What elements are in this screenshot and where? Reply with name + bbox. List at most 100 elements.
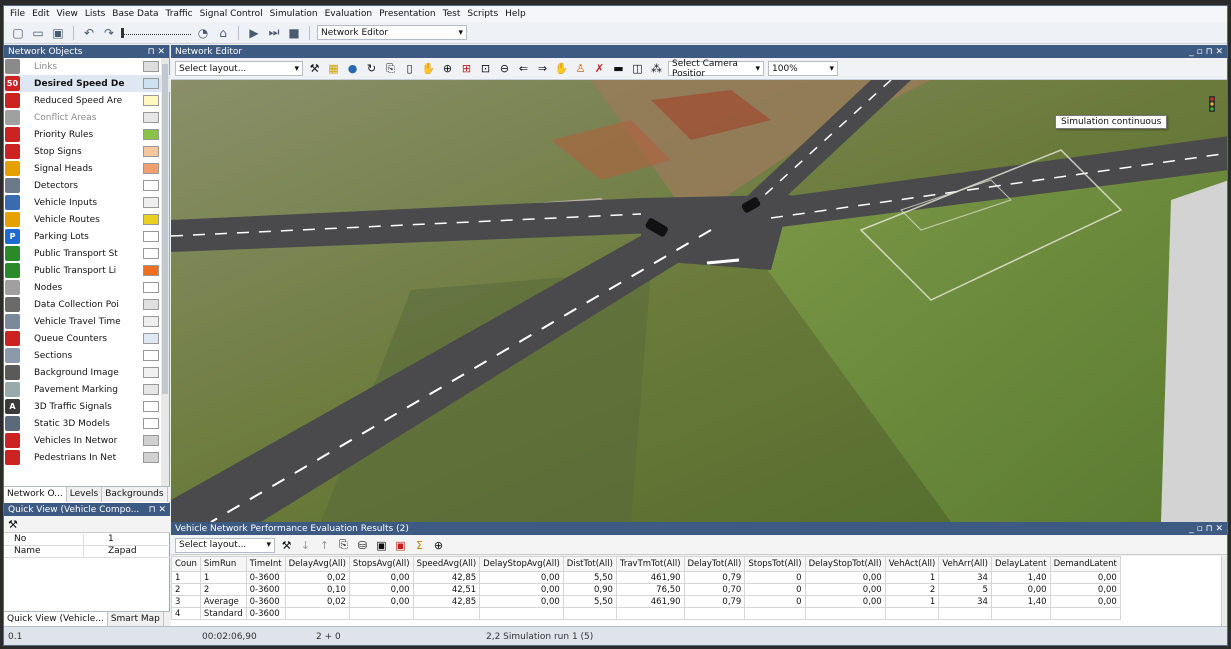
network-object-row[interactable]: Public Transport Li — [4, 262, 170, 279]
column-header[interactable]: DelayTot(All) — [683, 556, 746, 572]
color-swatch[interactable] — [143, 452, 159, 463]
network-object-row[interactable]: Vehicle Routes — [4, 211, 170, 228]
color-swatch[interactable] — [143, 61, 159, 72]
network-object-row[interactable]: Signal Heads — [4, 160, 170, 177]
column-header[interactable]: SimRun — [199, 556, 247, 572]
window-controls-icon[interactable]: _ ▫ ⊓ ✕ — [1189, 47, 1223, 57]
save-icon[interactable]: ▣ — [374, 538, 389, 553]
editor-select[interactable]: Network Editor ▾ — [317, 25, 467, 40]
network-object-row[interactable]: 50 Desired Speed De — [4, 75, 170, 92]
color-swatch[interactable] — [143, 265, 159, 276]
column-header[interactable]: SpeedAvg(All) — [412, 556, 481, 572]
hand-select-icon[interactable]: ✋ — [554, 61, 569, 76]
network-object-row[interactable]: Static 3D Models — [4, 415, 170, 432]
results-scrollbar[interactable] — [1221, 556, 1227, 626]
network-object-row[interactable]: Reduced Speed Are — [4, 92, 170, 109]
new-file-icon[interactable]: ▢ — [10, 25, 26, 41]
color-swatch[interactable] — [143, 367, 159, 378]
traffic-signal-icon[interactable] — [1209, 96, 1215, 112]
color-swatch[interactable] — [143, 418, 159, 429]
max-speed-icon[interactable]: ⌂ — [215, 25, 231, 41]
zoom-out-icon[interactable]: ⊖ — [497, 61, 512, 76]
tab-0[interactable]: Network O... — [4, 487, 67, 502]
network-object-row[interactable]: Public Transport St — [4, 245, 170, 262]
color-swatch[interactable] — [143, 112, 159, 123]
save-icon[interactable]: ▣ — [50, 25, 66, 41]
menu-item-test[interactable]: Test — [443, 9, 461, 19]
color-swatch[interactable] — [143, 163, 159, 174]
table-row[interactable]: 2 2 0-3600 0,10 0,00 42,51 0,00 0,90 76,50 0,70 0 0… — [171, 583, 1121, 596]
menu-item-edit[interactable]: Edit — [32, 9, 49, 19]
window-controls-icon[interactable]: _ ▫ ⊓ ✕ — [1189, 524, 1223, 534]
column-header[interactable]: DelayStopAvg(All) — [479, 556, 564, 572]
color-swatch[interactable] — [143, 180, 159, 191]
network-object-row[interactable]: Pedestrians In Net — [4, 449, 170, 466]
stop-icon[interactable]: ■ — [286, 25, 302, 41]
column-header[interactable]: DelayAvg(All) — [284, 556, 350, 572]
network-object-row[interactable]: Queue Counters — [4, 330, 170, 347]
no-pedestrian-icon[interactable]: ✗ — [592, 61, 607, 76]
color-swatch[interactable] — [143, 282, 159, 293]
menu-item-file[interactable]: File — [10, 9, 25, 19]
menu-item-help[interactable]: Help — [505, 9, 526, 19]
redo-icon[interactable]: ↷ — [101, 25, 117, 41]
network-object-row[interactable]: Priority Rules — [4, 126, 170, 143]
quick-view-tab-0[interactable]: Quick View (Vehicle... — [4, 612, 108, 626]
network-object-row[interactable]: A 3D Traffic Signals — [4, 398, 170, 415]
menu-item-base-data[interactable]: Base Data — [112, 9, 158, 19]
camera-position-select[interactable]: Select Camera Positior ▾ — [668, 59, 764, 79]
quick-view-value[interactable]: 1 — [84, 534, 114, 545]
open-file-icon[interactable]: ▭ — [30, 25, 46, 41]
grid-icon[interactable]: ▦ — [326, 61, 341, 76]
pin-close-icon[interactable]: ⊓ ✕ — [149, 505, 166, 515]
menu-item-presentation[interactable]: Presentation — [379, 9, 436, 19]
sort-ascending-icon[interactable]: ↓ — [298, 538, 313, 553]
menu-item-traffic[interactable]: Traffic — [166, 9, 193, 19]
network-object-row[interactable]: P Parking Lots — [4, 228, 170, 245]
table-row[interactable]: 1 1 0-3600 0,02 0,00 42,85 0,00 5,50 461,90 0,79 0… — [171, 571, 1121, 584]
step-icon[interactable]: ⏭ — [266, 25, 282, 41]
network-3d-viewport[interactable]: Simulation continuous — [171, 80, 1227, 522]
color-swatch[interactable] — [143, 384, 159, 395]
color-swatch[interactable] — [143, 146, 159, 157]
column-header[interactable]: VehArr(All) — [938, 556, 992, 572]
column-header[interactable]: StopsTot(All) — [744, 556, 806, 572]
column-header[interactable]: DelayStopTot(All) — [804, 556, 886, 572]
tab-2[interactable]: Backgrounds — [102, 487, 168, 502]
color-swatch[interactable] — [143, 231, 159, 242]
pin-close-icon[interactable]: ⊓ ✕ — [148, 47, 165, 57]
network-object-row[interactable]: Vehicle Travel Time — [4, 313, 170, 330]
camera-icon[interactable]: ▬ — [611, 61, 626, 76]
menu-item-signal-control[interactable]: Signal Control — [200, 9, 263, 19]
sum-icon[interactable]: Σ — [412, 538, 427, 553]
color-swatch[interactable] — [143, 214, 159, 225]
color-swatch[interactable] — [143, 435, 159, 446]
2d-3d-toggle-icon[interactable]: ⁂ — [649, 61, 664, 76]
pan-icon[interactable]: ✋ — [421, 61, 436, 76]
table-row[interactable]: 4 Standard 0-3600 — [171, 607, 1121, 620]
menu-item-lists[interactable]: Lists — [85, 9, 105, 19]
object-list-scrollbar[interactable] — [161, 58, 169, 486]
menu-item-evaluation[interactable]: Evaluation — [325, 9, 373, 19]
back-icon[interactable]: ⇐ — [516, 61, 531, 76]
3d-mode-icon[interactable]: ◫ — [630, 61, 645, 76]
column-header[interactable]: DistTot(All) — [562, 556, 617, 572]
color-swatch[interactable] — [143, 299, 159, 310]
color-swatch[interactable] — [143, 350, 159, 361]
simulation-speed-slider[interactable] — [121, 27, 191, 38]
column-header[interactable]: TimeInt — [245, 556, 286, 572]
database-icon[interactable]: ⛁ — [355, 538, 370, 553]
formula-icon[interactable]: ⊕ — [431, 538, 446, 553]
column-header[interactable]: Coun — [171, 556, 201, 572]
play-icon[interactable]: ▶ — [246, 25, 262, 41]
speed-gauge-icon[interactable]: ◔ — [195, 25, 211, 41]
color-swatch[interactable] — [143, 129, 159, 140]
color-swatch[interactable] — [143, 248, 159, 259]
wrench-icon[interactable]: ⚒ — [307, 61, 322, 76]
undo-icon[interactable]: ↶ — [81, 25, 97, 41]
zoom-in-icon[interactable]: ⊕ — [440, 61, 455, 76]
column-header[interactable]: DelayLatent — [990, 556, 1051, 572]
pedestrian-icon[interactable]: ♙ — [573, 61, 588, 76]
results-layout-select[interactable]: Select layout... ▾ — [175, 537, 275, 553]
zoom-all-icon[interactable]: ⊞ — [459, 61, 474, 76]
